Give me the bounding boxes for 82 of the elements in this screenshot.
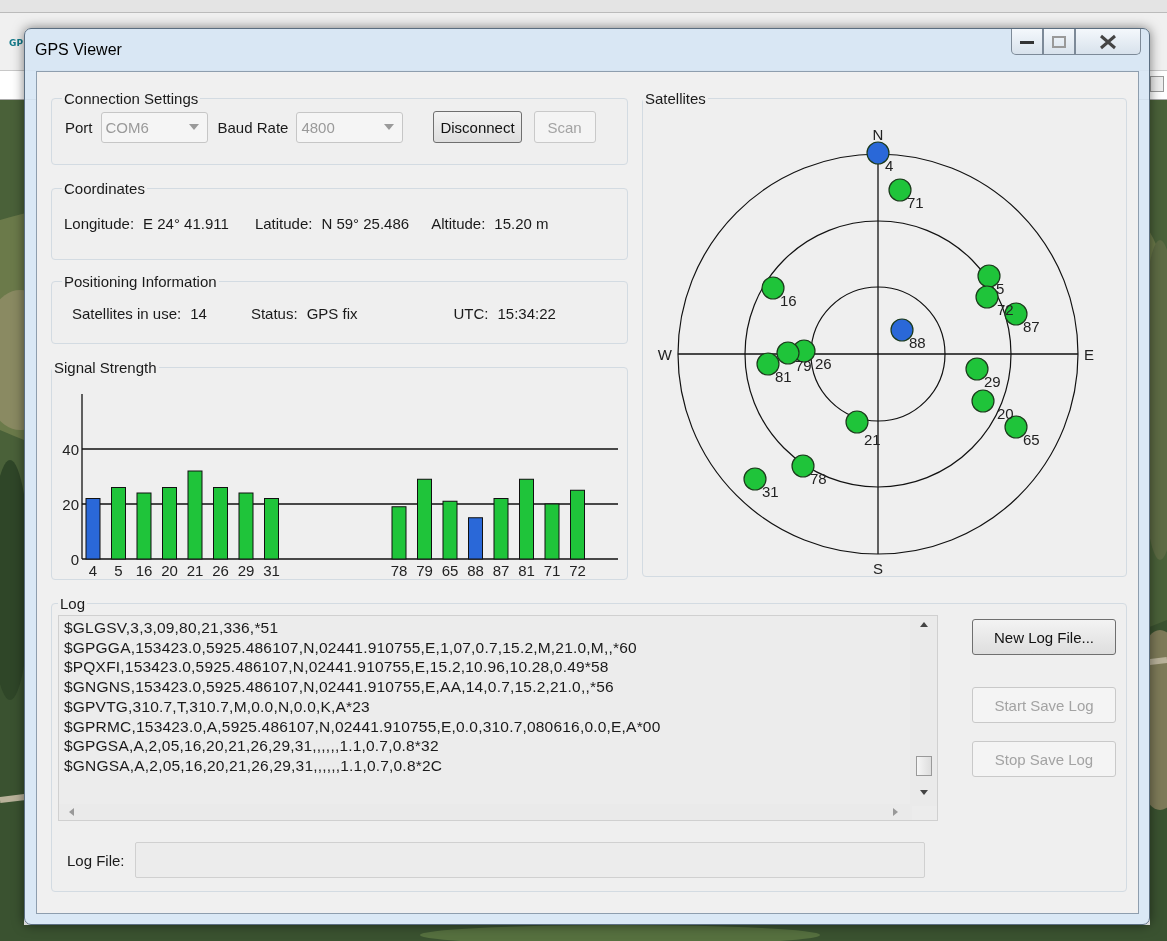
log-line: $GPRMC,153423.0,A,5925.486107,N,02441.910755,E,0.0,310.7,080616,0.0,E,A*00 [64,716,661,737]
compass-label: S [873,560,883,577]
satellite-label: 31 [263,562,280,576]
toolbar-label: GP [9,38,23,48]
scroll-down-icon[interactable] [920,790,928,795]
satellite-label: 5 [996,280,1005,297]
satellite-label: 16 [135,562,153,576]
scroll-thumb[interactable] [916,756,932,776]
close-button[interactable] [1075,29,1141,55]
log-line: $GPGGA,153423.0,5925.486107,N,02441.910755,E,1,07,0.7,15.2,M,21.0,M,,*60 [64,637,637,658]
satellite-label: 72 [569,562,586,576]
log-line: $GLGSV,3,3,09,80,21,336,*51 [64,618,279,638]
group-title: Satellites [644,90,707,107]
satellite-label: 71 [543,562,561,576]
satellite-label: 65 [441,562,459,576]
satellite-label: 29 [984,373,1001,390]
port-label: Port [65,118,93,136]
satellite-label: 88 [467,562,484,576]
satellite-label: 26 [815,355,832,372]
log-line: $GNGNS,153423.0,5925.486107,N,02441.910755,E,AA,14,0.7,15.2,21.0,,*56 [64,677,614,697]
group-title: Connection Settings [63,90,200,107]
satellite-label: 31 [762,483,779,500]
log-file-field[interactable] [134,842,925,878]
compass-label: N [872,126,884,143]
satellite-label: 26 [212,562,229,576]
satellite-label: 81 [775,368,792,385]
scroll-right-icon[interactable] [893,808,898,816]
satellite-label: 78 [390,562,408,576]
log-file-label: Log File: [67,851,125,869]
maximize-icon [1052,35,1066,48]
satellite-label: 16 [780,292,797,309]
log-line: $GNGSA,A,2,05,16,20,21,26,29,31,,,,,,1.1,0.7,0.8*2C [64,755,443,776]
field-value: N 59° 25.486 [321,215,410,232]
satellite-label: 79 [416,562,433,576]
satellite-label: 4 [885,157,894,174]
group-title: Signal Strength [53,359,158,376]
satellite-label: 21 [186,562,204,576]
field-label: Altitude: [431,215,486,232]
satellite-label: 65 [1023,431,1040,448]
satellite-label: 78 [810,470,827,487]
axis-tick-label: 0 [70,551,79,568]
log-line: $GPGSA,A,2,05,16,20,21,26,29,31,,,,,,1.1,0.7,0.8*32 [64,736,439,756]
minimize-button[interactable] [1011,29,1043,55]
window-title: GPS Viewer [35,41,122,59]
satellite-label: 5 [114,562,123,576]
field-label: Status: [250,305,298,322]
disconnect-button[interactable]: Disconnect [433,111,522,143]
satellite-label: 87 [1023,318,1040,335]
field-value: 15.20 m [494,215,549,232]
baud-rate-label: Baud Rate [217,118,289,136]
satellite-label: 72 [997,301,1014,318]
new-log-file-button[interactable]: New Log File... [972,619,1116,655]
satellite-label: 71 [907,194,924,211]
caret-icon [384,124,395,130]
compass-label: W [657,346,672,363]
field-label: UTC: [453,305,489,322]
field-value: 14 [190,305,207,322]
field-value: GPS fix [306,305,358,322]
group-title: Log [59,595,87,612]
compass-label: E [1084,346,1094,363]
satellite-label: 20 [161,562,178,576]
satellite-label: 4 [88,562,98,576]
scroll-up-icon[interactable] [920,622,928,627]
satellite-label: 88 [909,334,926,351]
log-line: $GPVTG,310.7,T,310.7,M,0.0,N,0.0,K,A*23 [64,696,370,717]
satellite-label: 81 [518,562,535,576]
satellite-label: 20 [997,405,1014,422]
group-title: Positioning Information [63,273,218,290]
field-label: Satellites in use: [72,305,182,322]
group-title: Coordinates [63,180,146,197]
satellite-label: 29 [237,562,255,576]
axis-tick-label: 20 [62,496,79,513]
field-label: Latitude: [254,215,313,232]
log-line: $PQXFI,153423.0,5925.486107,N,02441.910755,E,15.2,10.96,10.28,0.49*58 [64,657,609,678]
satellite-label: 87 [492,562,510,576]
field-value: E 24° 41.911 [143,215,229,232]
satellite-label: 79 [795,357,812,374]
caret-icon [188,124,199,130]
axis-tick-label: 40 [62,441,79,458]
field-value: 15:34:22 [497,305,556,322]
scroll-left-icon[interactable] [69,808,74,816]
field-label: Longitude: [64,215,135,232]
